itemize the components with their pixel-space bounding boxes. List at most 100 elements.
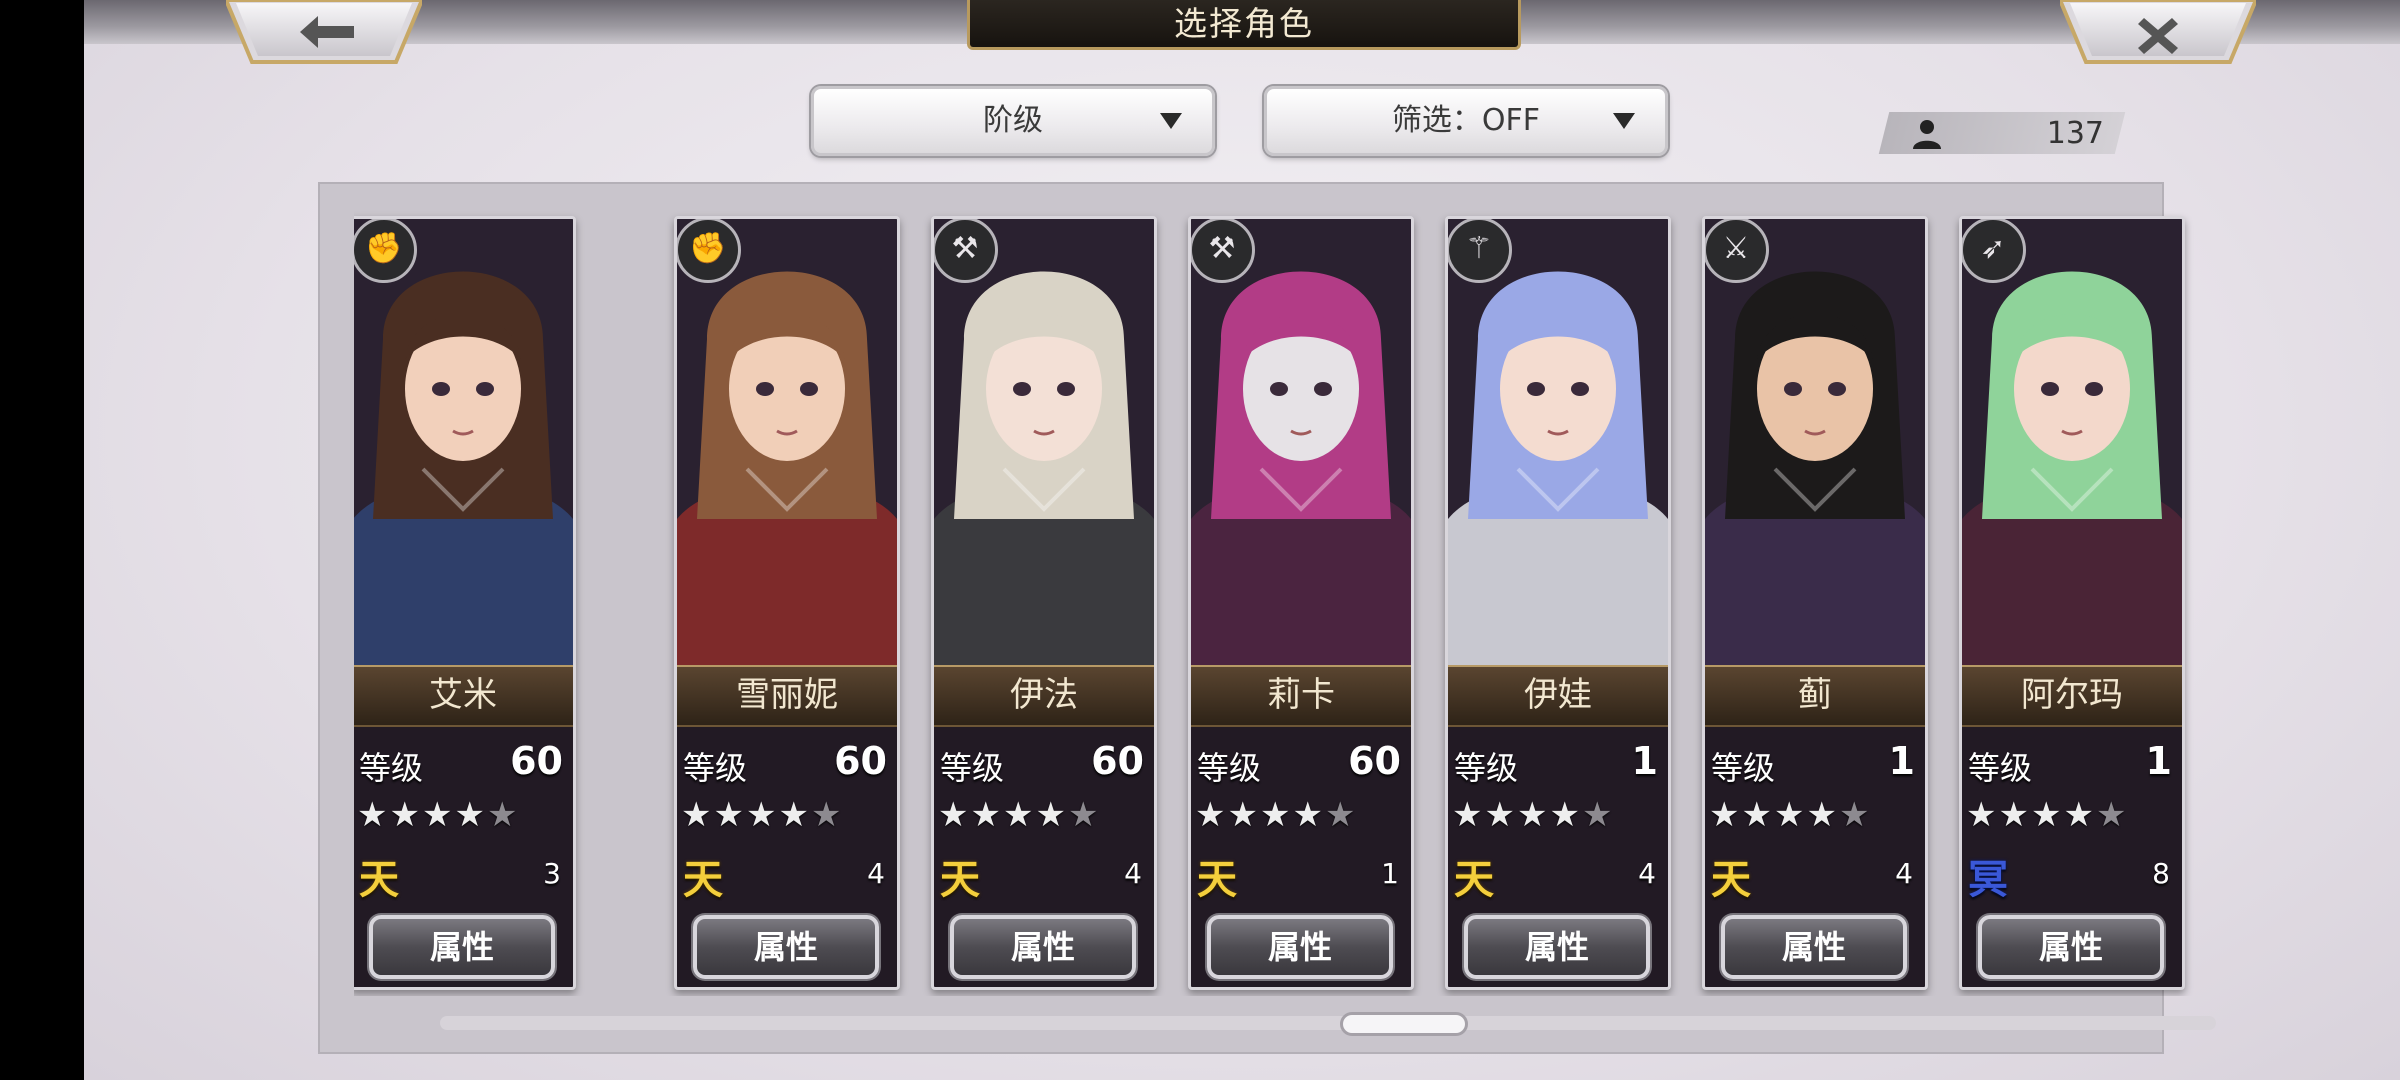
person-icon [1913,120,1941,149]
horizontal-scrollbar-track[interactable] [440,1016,2216,1030]
character-card-list[interactable]: ✊ 艾米 等级 60 ★★★★★ 天 3 属性 ✊ 雪丽妮 等级 60 ★★★★… [354,210,2212,996]
attributes-button[interactable]: 属性 [693,915,879,979]
level-label: 等级 [1197,749,1262,787]
star-filled-icon: ★ [713,795,746,835]
level-value: 60 [510,739,563,783]
level-value: 60 [834,739,887,783]
star-filled-icon: ★ [681,795,714,835]
star-rating: ★★★★★ [938,795,1100,835]
rank-badge: 天 [1454,857,1494,903]
attributes-button[interactable]: 属性 [1464,915,1650,979]
rank-number: 4 [1895,857,1913,890]
level-value: 1 [1631,739,1658,783]
star-filled-icon: ★ [1741,795,1774,835]
staff-icon: ⚚ [1448,219,1512,283]
star-rating: ★★★★★ [357,795,519,835]
attributes-button[interactable]: 属性 [1978,915,2164,979]
character-card[interactable]: ⚚ 伊娃 等级 1 ★★★★★ 天 4 属性 [1445,216,1671,990]
hammer-icon: ⚒ [1191,219,1255,283]
star-filled-icon: ★ [1806,795,1839,835]
sword-icon: ⚔ [1705,219,1769,283]
hammer-icon: ⚒ [934,219,998,283]
star-filled-icon: ★ [1292,795,1325,835]
star-filled-icon: ★ [357,795,390,835]
level-value: 1 [2145,739,2172,783]
filter-dropdown-label: 筛选：OFF [1391,103,1541,138]
character-portrait[interactable] [1191,219,1411,665]
star-empty-icon: ★ [1581,795,1615,835]
level-label: 等级 [683,749,748,787]
attributes-button[interactable]: 属性 [1721,915,1907,979]
character-card[interactable]: ✊ 雪丽妮 等级 60 ★★★★★ 天 4 属性 [674,216,900,990]
star-filled-icon: ★ [1227,795,1260,835]
character-name: 伊法 [934,665,1154,727]
gauntlet-icon: ✊ [354,219,417,283]
star-filled-icon: ★ [1549,795,1582,835]
character-stats: 等级 60 ★★★★★ 天 4 属性 [677,725,897,987]
rank-badge: 天 [359,857,399,903]
level-label: 等级 [359,749,424,787]
rank-number: 8 [2152,857,2170,890]
character-stats: 等级 1 ★★★★★ 天 4 属性 [1448,725,1668,987]
rank-badge: 天 [1711,857,1751,903]
bow-icon: ➶ [1962,219,2026,283]
star-filled-icon: ★ [1195,795,1228,835]
star-filled-icon: ★ [1998,795,2031,835]
character-portrait[interactable] [934,219,1154,665]
character-name: 莉卡 [1191,665,1411,727]
gauntlet-icon: ✊ [677,219,741,283]
character-card[interactable]: ⚒ 伊法 等级 60 ★★★★★ 天 4 属性 [931,216,1157,990]
star-filled-icon: ★ [421,795,455,835]
star-filled-icon: ★ [2030,795,2064,835]
close-button[interactable] [2060,0,2256,66]
character-stats: 等级 60 ★★★★★ 天 1 属性 [1191,725,1411,987]
star-empty-icon: ★ [1838,795,1872,835]
back-arrow-icon [226,0,422,64]
star-filled-icon: ★ [2063,795,2096,835]
attributes-button[interactable]: 属性 [369,915,555,979]
star-filled-icon: ★ [1773,795,1807,835]
attributes-button[interactable]: 属性 [950,915,1136,979]
character-portrait[interactable] [677,219,897,665]
level-label: 等级 [1968,749,2033,787]
character-card[interactable]: ✊ 艾米 等级 60 ★★★★★ 天 3 属性 [354,216,576,990]
roster-count: 137 [2046,116,2104,151]
attributes-button[interactable]: 属性 [1207,915,1393,979]
star-empty-icon: ★ [810,795,844,835]
star-filled-icon: ★ [778,795,811,835]
character-portrait[interactable] [1448,219,1668,665]
chevron-down-icon [1160,113,1182,129]
level-label: 等级 [940,749,1005,787]
rank-badge: 天 [683,857,723,903]
character-stats: 等级 60 ★★★★★ 天 3 属性 [354,725,573,987]
character-select-screen: 选择角色 阶级 筛选：OFF 137 ✊ 艾米 等级 60 ★★★★★ 天 3 … [84,0,2400,1080]
character-portrait[interactable] [354,219,573,665]
page-title: 选择角色 [967,0,1521,50]
star-filled-icon: ★ [970,795,1003,835]
character-card[interactable]: ⚒ 莉卡 等级 60 ★★★★★ 天 1 属性 [1188,216,1414,990]
character-card[interactable]: ⚔ 蓟 等级 1 ★★★★★ 天 4 属性 [1702,216,1928,990]
star-empty-icon: ★ [1324,795,1358,835]
rank-number: 3 [543,857,561,890]
horizontal-scrollbar-thumb[interactable] [1340,1012,1468,1036]
star-filled-icon: ★ [1035,795,1068,835]
star-rating: ★★★★★ [681,795,843,835]
star-filled-icon: ★ [1966,795,1999,835]
character-name: 阿尔玛 [1962,665,2182,727]
star-filled-icon: ★ [938,795,971,835]
sort-dropdown[interactable]: 阶级 [811,86,1215,156]
character-stats: 等级 60 ★★★★★ 天 4 属性 [934,725,1154,987]
character-stats: 等级 1 ★★★★★ 天 4 属性 [1705,725,1925,987]
star-empty-icon: ★ [2095,795,2129,835]
star-rating: ★★★★★ [1966,795,2128,835]
star-filled-icon: ★ [1484,795,1517,835]
rank-number: 1 [1381,857,1399,890]
character-portrait[interactable] [1705,219,1925,665]
filter-dropdown[interactable]: 筛选：OFF [1264,86,1668,156]
back-button[interactable] [226,0,422,66]
character-card[interactable]: ➶ 阿尔玛 等级 1 ★★★★★ 冥 8 属性 [1959,216,2185,990]
star-filled-icon: ★ [1516,795,1550,835]
star-empty-icon: ★ [486,795,520,835]
character-stats: 等级 1 ★★★★★ 冥 8 属性 [1962,725,2182,987]
character-portrait[interactable] [1962,219,2182,665]
